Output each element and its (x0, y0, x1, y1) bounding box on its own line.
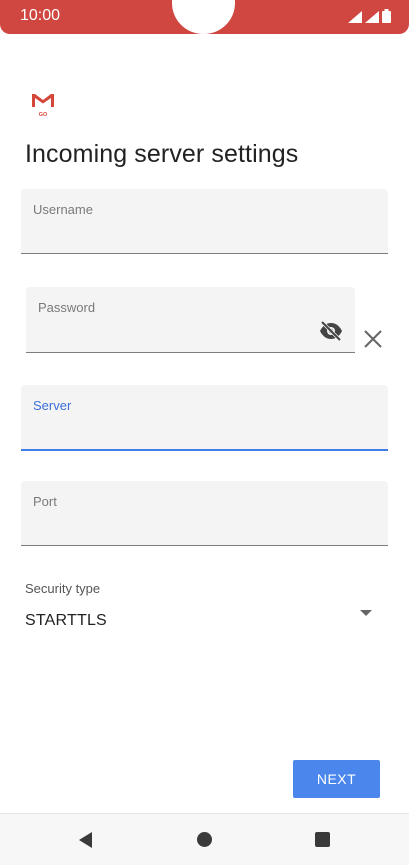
svg-text:GO: GO (39, 112, 48, 117)
close-icon[interactable] (362, 328, 384, 350)
next-button[interactable]: NEXT (293, 760, 380, 798)
password-label: Password (38, 300, 96, 315)
password-field[interactable]: Password (26, 287, 355, 353)
server-field[interactable]: Server (21, 385, 388, 451)
server-underline (21, 449, 388, 451)
visibility-off-icon[interactable] (319, 321, 343, 341)
port-underline (21, 545, 388, 546)
status-icons (348, 9, 391, 23)
username-field[interactable]: Username (21, 189, 388, 254)
battery-icon (382, 9, 391, 23)
back-icon[interactable] (79, 832, 92, 848)
port-field[interactable]: Port (21, 481, 388, 546)
port-label: Port (33, 494, 57, 509)
gmail-go-logo: GO (32, 94, 54, 117)
cell-signal-icon (365, 11, 379, 23)
navigation-bar (0, 813, 409, 865)
server-label: Server (33, 398, 72, 413)
home-icon[interactable] (197, 832, 212, 847)
wifi-signal-icon (348, 11, 362, 23)
dropdown-arrow-icon[interactable] (360, 610, 372, 616)
username-underline (21, 253, 388, 254)
password-underline (26, 352, 355, 353)
status-time: 10:00 (20, 7, 61, 24)
page-title: Incoming server settings (25, 140, 299, 168)
security-type-label: Security type (25, 581, 101, 596)
username-label: Username (33, 202, 93, 217)
security-type-value[interactable]: STARTTLS (25, 612, 107, 630)
recents-icon[interactable] (315, 832, 330, 847)
